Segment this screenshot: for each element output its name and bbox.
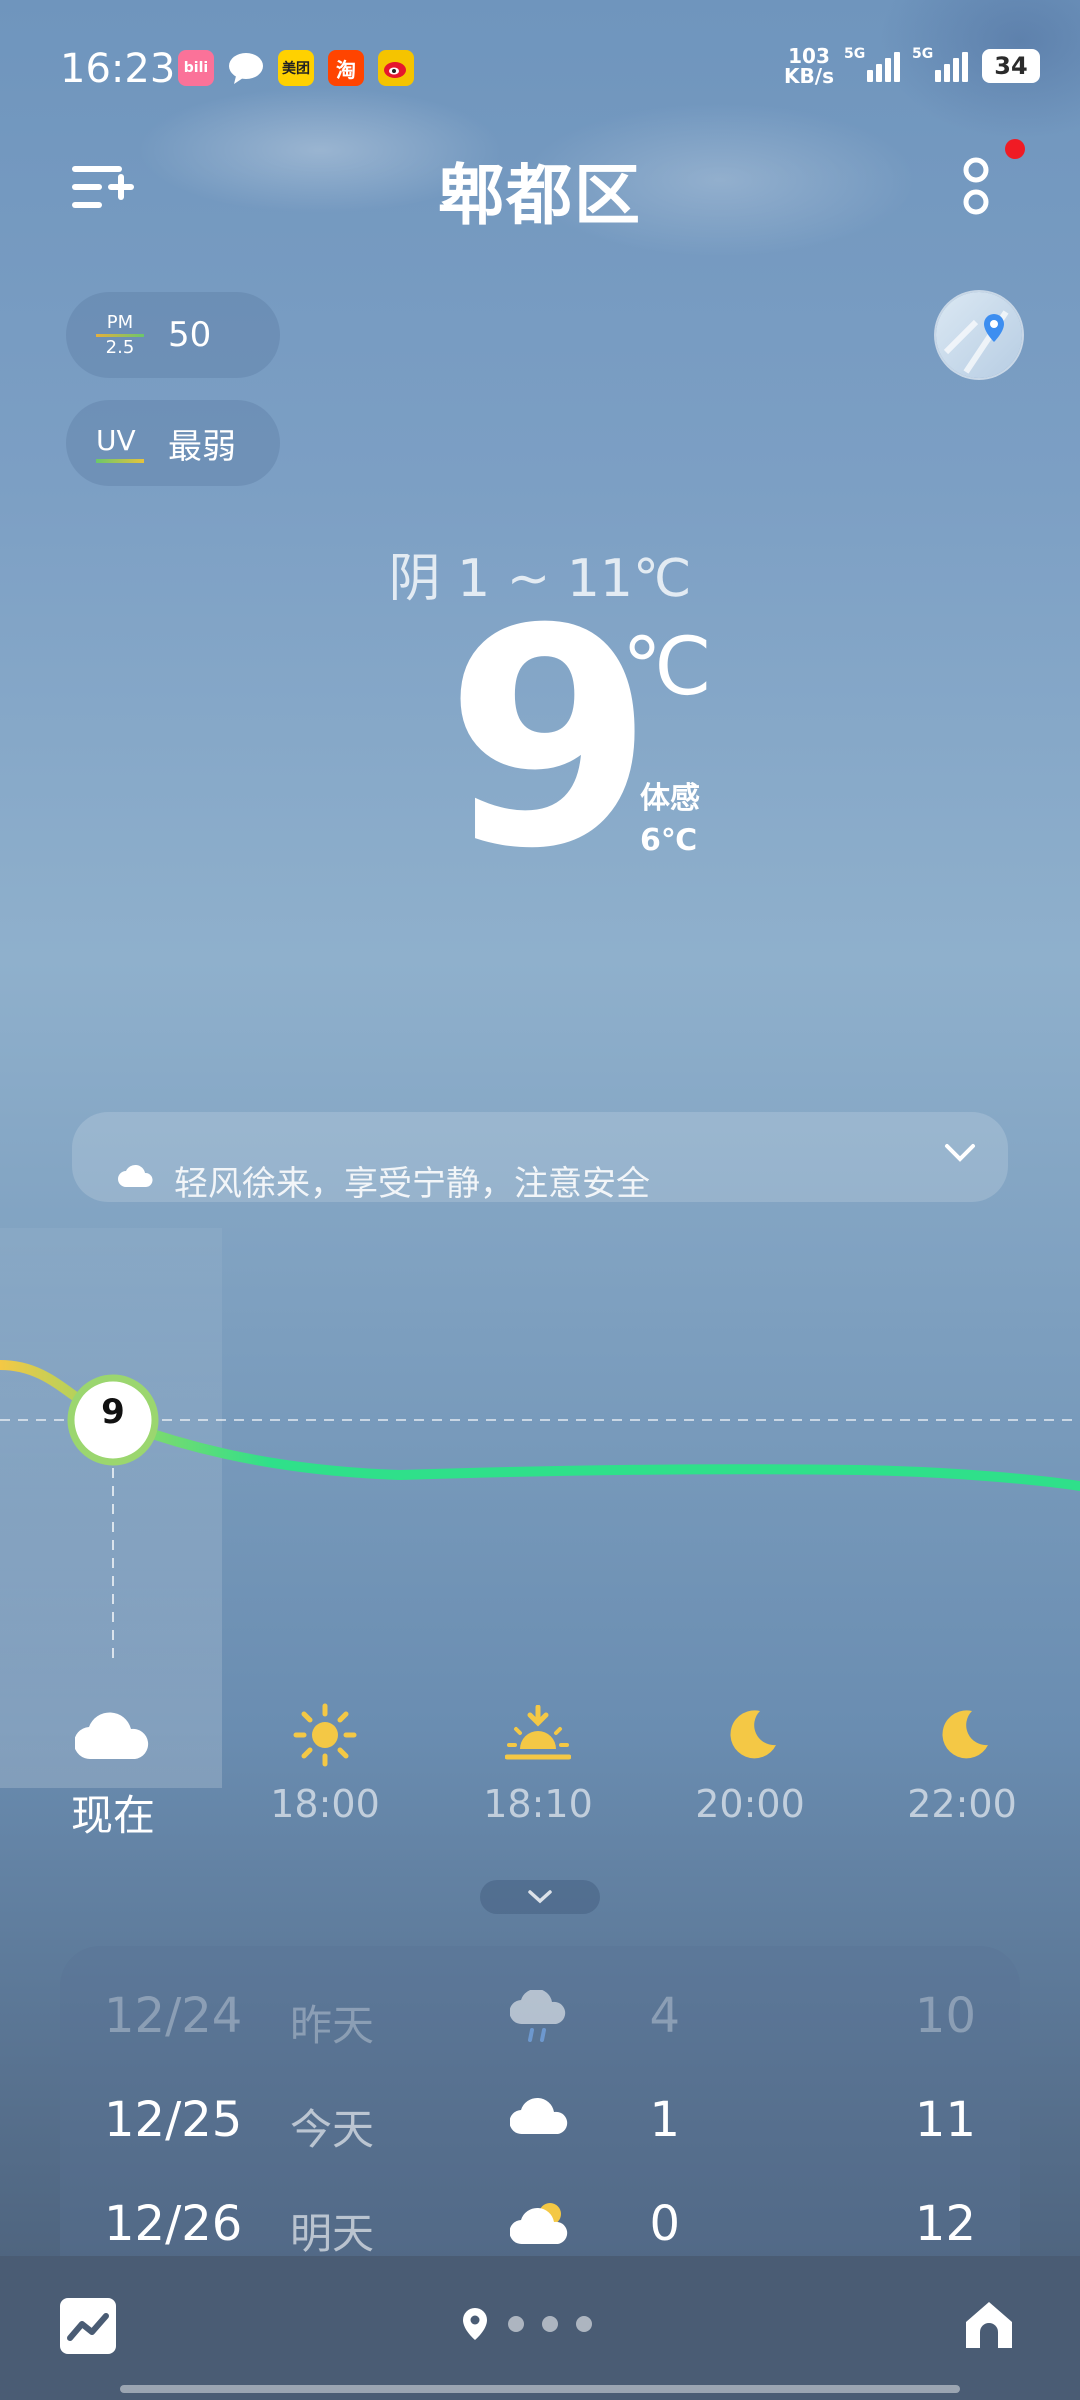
hourly-item-now[interactable]: 现在 [13, 1700, 213, 1843]
hourly-item[interactable]: 22:00 [862, 1700, 1062, 1826]
message-icon [228, 50, 264, 86]
cloud-icon [13, 1700, 213, 1770]
uv-icon: UV [96, 424, 144, 463]
feels-like: 体感 6℃ [640, 778, 700, 862]
daily-row[interactable]: 12/25 今天 1 11 [60, 2074, 1020, 2164]
page-dot[interactable] [542, 2316, 558, 2332]
feels-like-value: 6℃ [640, 823, 698, 858]
weather-tip-text: 轻风徐来，享受宁静，注意安全 [174, 1164, 650, 1204]
cloud-icon [509, 2094, 570, 2150]
gesture-bar[interactable] [120, 2385, 960, 2393]
notification-dot [1005, 139, 1025, 159]
city-page-indicator[interactable] [460, 2306, 592, 2342]
daily-row[interactable]: 12/24 昨天 4 10 [60, 1970, 1020, 2060]
current-temperature: 9 [445, 565, 654, 914]
hourly-time: 22:00 [907, 1782, 1017, 1826]
sim2-label: 5G [912, 46, 934, 62]
uv-chip[interactable]: UV 最弱 [66, 400, 280, 486]
pm25-label-top: PM [106, 311, 134, 333]
taobao-icon: 淘 [328, 50, 364, 86]
hourly-time: 20:00 [695, 1782, 805, 1826]
daily-high: 10 [914, 1988, 976, 2044]
network-speed-value: 103 [788, 44, 830, 68]
feels-like-label: 体感 [640, 781, 700, 816]
more-options-icon[interactable] [956, 154, 996, 220]
page-dot[interactable] [576, 2316, 592, 2332]
hourly-item[interactable]: 20:00 [650, 1700, 850, 1826]
cloud-icon [118, 1163, 154, 1187]
sunset-icon [438, 1700, 638, 1770]
daily-low: 1 [649, 2092, 680, 2148]
daily-high: 11 [914, 2092, 976, 2148]
status-time: 16:23 [60, 46, 176, 92]
partly-cloudy-icon [509, 2198, 570, 2256]
network-speed: 103 KB/s [784, 46, 834, 86]
meituan-icon: 美团 [278, 50, 314, 86]
rain-icon [509, 1988, 570, 2058]
weibo-icon [378, 50, 414, 86]
notification-app-icons: bili 美团 淘 [178, 50, 414, 86]
signal-sim2-icon: 5G [912, 46, 970, 82]
moon-icon [862, 1700, 1062, 1770]
uv-label: UV [96, 423, 136, 457]
moon-icon [650, 1700, 850, 1770]
daily-row[interactable]: 12/26 明天 0 12 [60, 2178, 1020, 2256]
uv-value: 最弱 [168, 426, 236, 467]
bilibili-icon: bili [178, 50, 214, 86]
pm25-icon: PM 2.5 [96, 311, 144, 358]
map-location-icon[interactable] [936, 292, 1022, 378]
expand-hourly-button[interactable] [480, 1880, 600, 1914]
pm25-label-bottom: 2.5 [105, 336, 135, 358]
pm25-value: 50 [168, 315, 212, 355]
sun-icon [225, 1700, 425, 1770]
temperature-unit: ℃ [622, 620, 712, 713]
page-dot[interactable] [508, 2316, 524, 2332]
daily-day-label: 昨天 [290, 2001, 375, 2050]
hourly-time: 18:10 [483, 1782, 593, 1826]
hourly-item[interactable]: 18:00 [225, 1700, 425, 1826]
sim1-label: 5G [844, 46, 866, 62]
battery-icon: 34 [982, 49, 1040, 83]
pm25-chip[interactable]: PM 2.5 50 [66, 292, 280, 378]
city-title: 郫都区 [438, 157, 642, 234]
daily-date: 12/24 [104, 1988, 243, 2044]
now-temperature-marker: 9 [101, 1392, 125, 1432]
daily-date: 12/26 [104, 2196, 243, 2252]
daily-low: 4 [649, 1988, 680, 2044]
hourly-item[interactable]: 18:10 [438, 1700, 638, 1826]
hourly-time: 18:00 [270, 1782, 380, 1826]
hourly-time: 现在 [70, 1791, 155, 1840]
home-icon[interactable] [960, 2296, 1018, 2354]
daily-day-label: 明天 [290, 2209, 375, 2256]
network-speed-unit: KB/s [784, 64, 834, 88]
chevron-down-icon [528, 1890, 552, 1904]
status-indicators: 103 KB/s 5G 5G 34 [784, 46, 1040, 86]
daily-date: 12/25 [104, 2092, 243, 2148]
hourly-temperature-curve [0, 1360, 1080, 1665]
chevron-down-icon[interactable] [944, 1143, 976, 1163]
signal-sim1-icon: 5G [844, 46, 902, 82]
daily-day-label: 今天 [290, 2105, 375, 2154]
location-pin-icon [463, 2308, 487, 2340]
daily-low: 0 [649, 2196, 680, 2252]
daily-high: 12 [914, 2196, 976, 2252]
daily-forecast-card[interactable]: 12/24 昨天 4 10 12/25 今天 1 11 12/26 明天 0 1… [60, 1946, 1020, 2256]
trend-chart-icon[interactable] [60, 2298, 116, 2354]
